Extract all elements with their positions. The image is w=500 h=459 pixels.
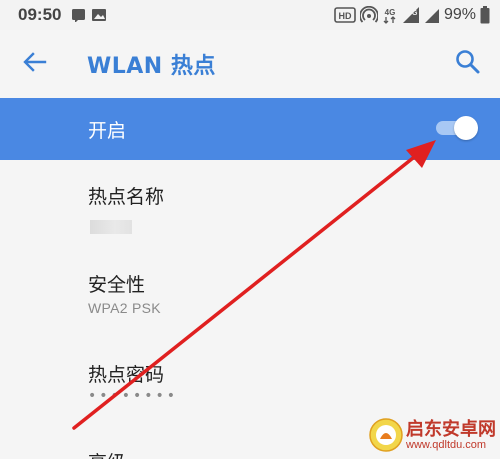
watermark: 启东安卓网 www.qdltdu.com [366, 413, 496, 457]
hotspot-toggle-row[interactable]: 开启 [0, 98, 500, 160]
item-title: 热点密码 [88, 364, 165, 386]
security-item[interactable]: 安全性 WPA2 PSK [0, 250, 500, 338]
item-summary: WPA2 PSK [88, 300, 161, 316]
watermark-url: www.qdltdu.com [406, 439, 487, 451]
switch-thumb [454, 116, 478, 140]
hotspot-switch[interactable] [436, 116, 478, 140]
hd-icon: HD [334, 7, 356, 23]
status-bar: 09:50 HD 4G G 99% [0, 0, 500, 30]
search-icon[interactable] [454, 48, 482, 76]
4g-icon: 4G [383, 8, 396, 24]
password-dots: •••••••• [88, 388, 179, 404]
signal-icon-2 [424, 9, 439, 23]
hotspot-name-item[interactable]: 热点名称 [0, 162, 500, 250]
app-bar: WLAN 热点 [0, 30, 500, 96]
watermark-text: 启东安卓网 [406, 419, 496, 440]
svg-text:4G: 4G [385, 8, 396, 17]
watermark-logo-icon [369, 418, 403, 452]
toggle-label: 开启 [88, 120, 127, 142]
hotspot-name-value-redacted [90, 220, 132, 234]
svg-text:G: G [412, 10, 418, 17]
message-icon [72, 9, 85, 20]
item-title: 热点名称 [88, 186, 165, 208]
battery-icon [480, 6, 490, 24]
back-arrow-icon[interactable] [22, 49, 48, 75]
svg-text:HD: HD [338, 11, 351, 21]
signal-icon: G [402, 7, 419, 23]
item-title: 安全性 [88, 274, 146, 296]
status-time: 09:50 [18, 5, 62, 24]
notification-icons [72, 9, 106, 22]
status-icons: HD 4G G 99% [334, 5, 490, 25]
item-title: 高级 [88, 448, 126, 459]
battery-percent: 99% [443, 6, 476, 23]
page-title: WLAN 热点 [87, 54, 216, 79]
hotspot-icon [359, 6, 378, 23]
